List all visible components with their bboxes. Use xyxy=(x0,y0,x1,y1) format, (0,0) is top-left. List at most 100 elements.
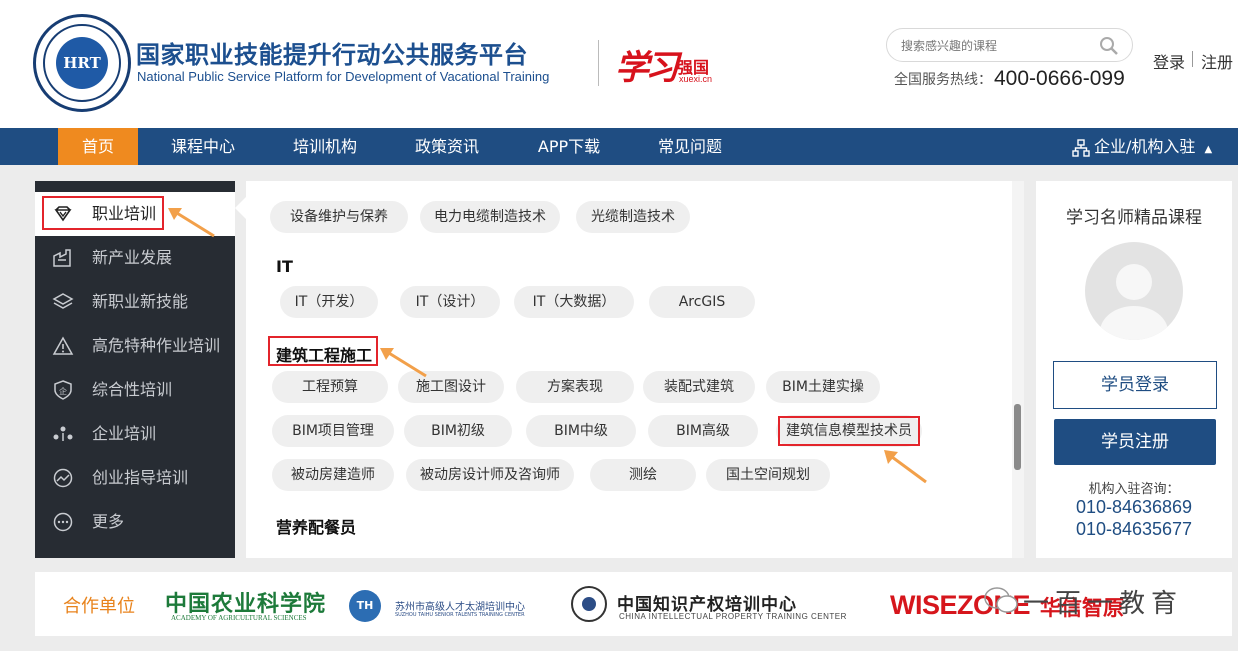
chip-construction-drawing[interactable]: 施工图设计 xyxy=(398,371,504,403)
sidebar-active-pointer xyxy=(235,197,246,219)
consult-phone-2: 010-84635677 xyxy=(1075,519,1193,539)
xuexi-domain: xuexi.cn xyxy=(679,74,713,84)
sidebar-item-more[interactable]: 更多 xyxy=(35,500,235,544)
nav-app-download[interactable]: APP下载 xyxy=(529,128,609,165)
service-hotline: 全国服务热线：400-0666-099 xyxy=(894,67,1125,91)
people-icon xyxy=(53,426,73,441)
taihu-logo-title[interactable]: 苏州市高级人才太湖培训中心 xyxy=(395,598,525,613)
sidebar-item-new-industry[interactable]: 新产业发展 xyxy=(35,236,235,280)
chip-it-dev[interactable]: IT（开发） xyxy=(280,286,378,318)
sidebar-item-label: 创业指导培训 xyxy=(92,468,189,487)
chip-arcgis[interactable]: ArcGIS xyxy=(649,286,755,318)
xuexi-script-text: 学习 xyxy=(615,48,679,88)
chip-power-cable[interactable]: 电力电缆制造技术 xyxy=(420,201,560,233)
section-heading-it: IT xyxy=(276,257,293,276)
highlight-box-construction xyxy=(268,336,378,366)
main-nav: 首页 课程中心 培训机构 政策资讯 APP下载 常见问题 企业/机构入驻 ▲ xyxy=(0,128,1238,165)
chip-bim-advanced[interactable]: BIM高级 xyxy=(648,415,758,447)
chip-bim-intermediate[interactable]: BIM中级 xyxy=(526,415,636,447)
nav-home[interactable]: 首页 xyxy=(58,128,138,165)
consult-phone-1: 010-84636869 xyxy=(1075,497,1193,517)
site-subtitle: National Public Service Platform for Dev… xyxy=(137,69,550,84)
enterprise-entry-label: 企业/机构入驻 xyxy=(1094,137,1196,156)
taihu-logo-icon[interactable]: TH xyxy=(349,590,381,622)
register-link[interactable]: 注册 xyxy=(1201,49,1233,73)
sidebar-item-comprehensive[interactable]: 企 综合性培训 xyxy=(35,368,235,412)
user-avatar-icon xyxy=(1100,264,1168,340)
sidebar-item-label: 综合性培训 xyxy=(92,380,173,399)
ip-center-subtitle: CHINA INTELLECTUAL PROPERTY TRAINING CEN… xyxy=(619,612,847,621)
taihu-logo-subtitle: SUZHOU TAIHU SENIOR TALENTS TRAINING CEN… xyxy=(395,612,525,618)
chip-surveying[interactable]: 测绘 xyxy=(590,459,696,491)
chip-optical-cable[interactable]: 光缆制造技术 xyxy=(576,201,690,233)
chip-engineering-budget[interactable]: 工程预算 xyxy=(272,371,388,403)
sidebar-item-hazardous-ops[interactable]: 高危特种作业培训 xyxy=(35,324,235,368)
learner-register-button[interactable]: 学员注册 xyxy=(1054,419,1216,465)
login-link[interactable]: 登录 xyxy=(1153,49,1185,73)
seal-core: HRT xyxy=(56,37,108,89)
sidebar-item-label: 高危特种作业培训 xyxy=(92,336,221,355)
panel-scrollbar-track[interactable] xyxy=(1012,181,1024,558)
nav-course-center[interactable]: 课程中心 xyxy=(163,128,243,165)
sidebar-item-label: 新产业发展 xyxy=(92,248,173,267)
learner-card: 学习名师精品课程 学员登录 学员注册 机构入驻咨询： 010-84636869 … xyxy=(1036,181,1232,558)
chip-prefab-building[interactable]: 装配式建筑 xyxy=(643,371,755,403)
chip-it-bigdata[interactable]: IT（大数据） xyxy=(514,286,634,318)
caas-logo-subtitle: ACADEMY OF AGRICULTURAL SCIENCES xyxy=(171,614,307,622)
chip-bim-beginner[interactable]: BIM初级 xyxy=(404,415,512,447)
chip-equipment-maintenance[interactable]: 设备维护与保养 xyxy=(270,201,408,233)
watermark-text: 一百一教育 xyxy=(1023,589,1184,619)
shield-icon: 企 xyxy=(54,380,72,400)
factory-icon xyxy=(53,249,71,267)
site-title[interactable]: 国家职业技能提升行动公共服务平台 xyxy=(136,35,528,70)
nav-faq[interactable]: 常见问题 xyxy=(650,128,730,165)
learner-card-title: 学习名师精品课程 xyxy=(1066,208,1202,228)
layers-icon xyxy=(52,293,74,309)
section-heading-nutrition: 营养配餐员 xyxy=(276,518,357,537)
sidebar-item-label: 新职业新技能 xyxy=(92,292,189,311)
chip-territorial-planning[interactable]: 国土空间规划 xyxy=(706,459,830,491)
sidebar-item-enterprise-training[interactable]: 企业培训 xyxy=(35,412,235,456)
search-input[interactable] xyxy=(901,36,1091,56)
chip-bim-project-mgmt[interactable]: BIM项目管理 xyxy=(272,415,394,447)
chip-it-design[interactable]: IT（设计） xyxy=(400,286,500,318)
sidebar-item-new-skills[interactable]: 新职业新技能 xyxy=(35,280,235,324)
chip-passive-house-designer[interactable]: 被动房设计师及咨询师 xyxy=(406,459,574,491)
panel-scrollbar-thumb[interactable] xyxy=(1014,404,1021,470)
category-sidebar: 职业培训 新产业发展 新职业新技能 高危特种作业培训 企 综合性培训 企业培训 … xyxy=(35,181,235,558)
partners-label: 合作单位 xyxy=(63,596,135,617)
nav-training-orgs[interactable]: 培训机构 xyxy=(285,128,365,165)
login-register-separator xyxy=(1192,51,1193,67)
site-header: HRT 国家职业技能提升行动公共服务平台 National Public Ser… xyxy=(0,0,1238,128)
chip-scheme-render[interactable]: 方案表现 xyxy=(516,371,634,403)
caret-up-icon: ▲ xyxy=(1204,144,1213,155)
nav-enterprise-entry[interactable]: 企业/机构入驻 ▲ xyxy=(1072,128,1212,165)
trend-icon xyxy=(53,468,73,488)
sidebar-item-label: 企业培训 xyxy=(92,424,157,443)
ip-center-seal-icon[interactable] xyxy=(571,586,607,622)
wechat-watermark: 一百一教育 xyxy=(983,580,1203,620)
avatar xyxy=(1085,242,1183,340)
chip-passive-house-builder[interactable]: 被动房建造师 xyxy=(272,459,394,491)
sidebar-item-label: 更多 xyxy=(92,512,125,531)
nav-policy-news[interactable]: 政策资讯 xyxy=(407,128,487,165)
search-icon[interactable] xyxy=(1099,36,1119,56)
hrt-logo-seal[interactable]: HRT xyxy=(33,14,131,112)
highlight-box-vocational xyxy=(42,196,164,230)
org-tree-icon xyxy=(1072,138,1090,157)
sidebar-item-startup-guidance[interactable]: 创业指导培训 xyxy=(35,456,235,500)
header-divider xyxy=(598,40,599,86)
learner-login-button[interactable]: 学员登录 xyxy=(1053,361,1217,409)
highlight-box-bim-technician xyxy=(778,416,920,446)
xuexi-qiangguo-logo[interactable]: 学习 强国 xuexi.cn xyxy=(615,40,725,90)
hotline-number: 400-0666-099 xyxy=(994,67,1125,90)
svg-text:企: 企 xyxy=(59,386,67,396)
wechat-icon xyxy=(984,587,1018,613)
warning-icon xyxy=(52,336,74,355)
search-box xyxy=(886,28,1133,62)
more-icon xyxy=(53,512,73,532)
hotline-label: 全国服务热线： xyxy=(894,72,992,88)
chip-bim-civil[interactable]: BIM土建实操 xyxy=(766,371,880,403)
category-panel: 设备维护与保养 电力电缆制造技术 光缆制造技术 IT IT（开发） IT（设计）… xyxy=(246,181,1024,558)
org-consult-label: 机构入驻咨询： xyxy=(1088,482,1180,497)
